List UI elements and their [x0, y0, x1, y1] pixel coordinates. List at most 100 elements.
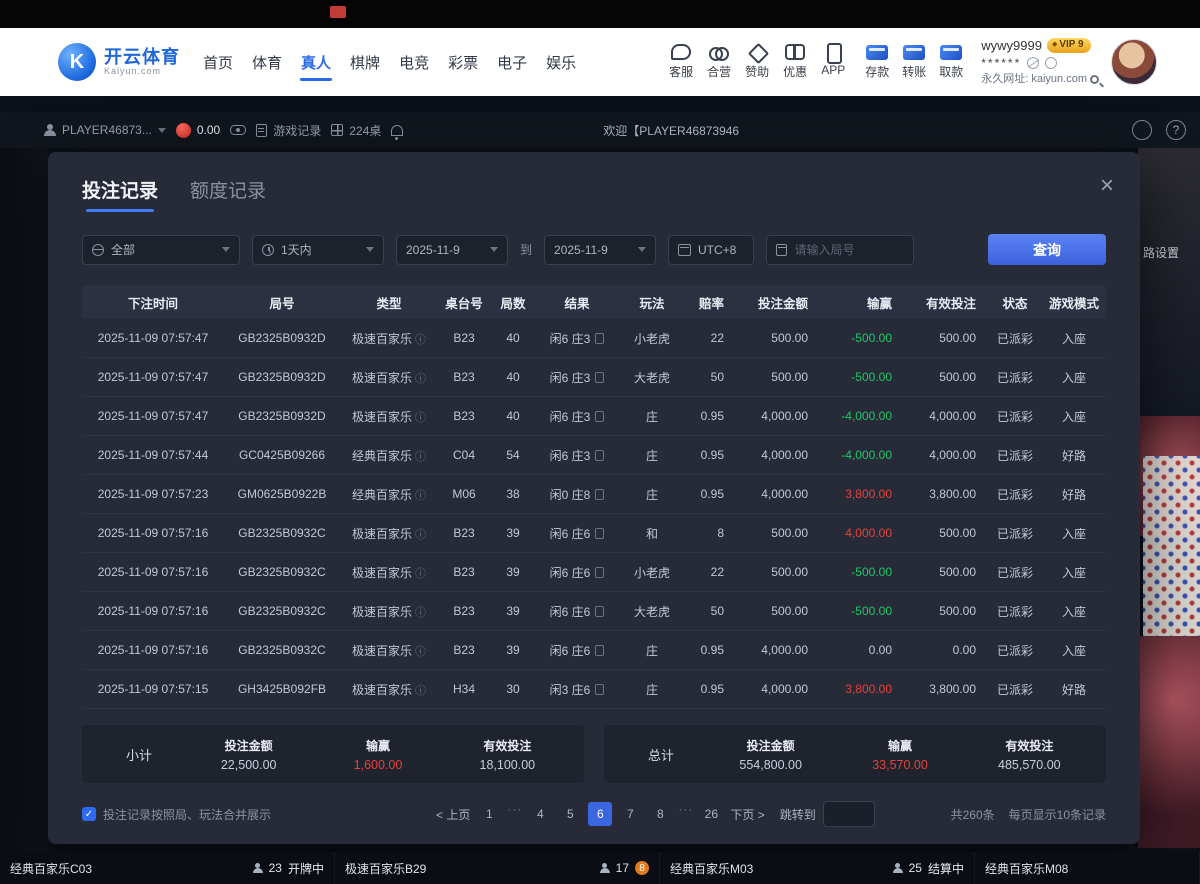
page-4[interactable]: 4	[528, 802, 552, 826]
cell-status: 已派彩	[988, 330, 1042, 347]
player-id-group[interactable]: PLAYER46873...	[44, 123, 166, 137]
wallet-取款[interactable]: 取款	[939, 45, 963, 80]
page-7[interactable]: 7	[618, 802, 642, 826]
merge-checkbox[interactable]: ✓	[82, 807, 96, 821]
cards-icon[interactable]	[595, 684, 604, 695]
filter-row: 全部 1天内 2025-11-9 到 2025-11-9 UTC+8	[82, 234, 1106, 265]
quick-优惠[interactable]: 优惠	[783, 44, 807, 80]
cards-icon[interactable]	[595, 450, 604, 461]
cell-bet: 500.00	[736, 526, 820, 540]
prev-page-button[interactable]: < 上页	[436, 806, 470, 823]
cards-icon[interactable]	[595, 372, 604, 383]
info-icon[interactable]: ⓘ	[415, 448, 426, 464]
cell-time: 2025-11-09 07:57:15	[82, 682, 224, 696]
bottom-table-item[interactable]: 极速百家乐B29178	[335, 852, 660, 884]
cards-icon[interactable]	[595, 333, 604, 344]
info-icon[interactable]: ⓘ	[415, 565, 426, 581]
live-casino-background: 路设置 PLAYER46873... 0.00 游戏记录 224桌 欢迎【PLA…	[0, 96, 1200, 852]
person-icon	[893, 863, 903, 873]
info-icon[interactable]: ⓘ	[415, 604, 426, 620]
page-6[interactable]: 6	[588, 802, 612, 826]
cell-bet: 4,000.00	[736, 643, 820, 657]
magnifier-icon[interactable]	[1090, 75, 1099, 84]
quick-客服[interactable]: 客服	[669, 44, 693, 80]
nav-item-棋牌[interactable]: 棋牌	[349, 46, 381, 79]
info-icon[interactable]: ⓘ	[415, 526, 426, 542]
help-icon[interactable]: ?	[1166, 120, 1186, 140]
info-icon[interactable]: ⓘ	[415, 331, 426, 347]
cards-icon[interactable]	[595, 645, 604, 656]
table-count-link[interactable]: 224桌	[331, 122, 381, 139]
balance-group[interactable]: 0.00	[176, 123, 220, 138]
quick-APP[interactable]: APP	[821, 44, 845, 80]
info-icon[interactable]: ⓘ	[415, 370, 426, 386]
col-header-3: 桌台号	[438, 293, 490, 312]
cards-icon[interactable]	[595, 411, 604, 422]
cell-status: 已派彩	[988, 525, 1042, 542]
cards-icon[interactable]	[595, 489, 604, 500]
jump-page-input[interactable]	[823, 801, 875, 827]
cell-winloss: 0.00	[820, 643, 904, 657]
next-page-button[interactable]: 下页 >	[730, 806, 764, 823]
quick-赞助[interactable]: 赞助	[745, 44, 769, 80]
close-icon[interactable]: ×	[1100, 174, 1114, 198]
nav-item-电子[interactable]: 电子	[496, 46, 528, 79]
nav-item-娱乐[interactable]: 娱乐	[545, 46, 577, 79]
query-button[interactable]: 查询	[988, 234, 1106, 265]
cards-icon[interactable]	[595, 528, 604, 539]
chevron-down-icon	[158, 128, 166, 133]
game-record-link[interactable]: 游戏记录	[256, 122, 321, 139]
page-5[interactable]: 5	[558, 802, 582, 826]
tab-投注记录[interactable]: 投注记录	[82, 176, 158, 212]
type-select[interactable]: 全部	[82, 235, 240, 265]
cards-icon[interactable]	[595, 567, 604, 578]
refresh-icon[interactable]	[1045, 57, 1057, 69]
winloss-label: 输赢	[888, 737, 912, 754]
camera-icon[interactable]	[1132, 120, 1152, 140]
page-26[interactable]: 26	[699, 802, 723, 826]
round-search-input[interactable]	[794, 243, 904, 257]
bottom-table-item[interactable]: 经典百家乐C0323开牌中	[0, 852, 335, 884]
bottom-table-item[interactable]: 经典百家乐M0325结算中	[660, 852, 975, 884]
cards-icon[interactable]	[595, 606, 604, 617]
date-to-picker[interactable]: 2025-11-9	[544, 235, 656, 265]
cell-round: GH3425B092FB	[224, 682, 340, 696]
info-icon[interactable]: ⓘ	[415, 643, 426, 659]
nav-item-真人[interactable]: 真人	[300, 46, 332, 79]
page-1[interactable]: 1	[477, 802, 501, 826]
col-header-5: 结果	[536, 293, 618, 312]
quick-合营[interactable]: 合营	[707, 44, 731, 80]
nav-item-彩票[interactable]: 彩票	[447, 46, 479, 79]
timezone-chip[interactable]: UTC+8	[668, 235, 754, 265]
cell-mode: 好路	[1042, 486, 1106, 503]
tab-额度记录[interactable]: 额度记录	[190, 176, 266, 212]
nav-item-首页[interactable]: 首页	[202, 46, 234, 79]
col-header-0: 下注时间	[82, 293, 224, 312]
wallet-存款[interactable]: 存款	[865, 45, 889, 80]
avatar[interactable]	[1111, 39, 1157, 85]
info-icon[interactable]: ⓘ	[415, 682, 426, 698]
wallet-转账[interactable]: 转账	[902, 45, 926, 80]
subtotal-panel: 小计 投注金额 22,500.00 输赢 1,600.00 有效投注 18,10…	[82, 725, 584, 783]
bottom-table-item[interactable]: 经典百家乐M08	[975, 852, 1200, 884]
site-logo[interactable]: K 开云体育 Kaiyun.com	[58, 43, 180, 81]
time-range-select[interactable]: 1天内	[252, 235, 384, 265]
cell-mode: 入座	[1042, 564, 1106, 581]
bell-icon[interactable]	[391, 125, 403, 136]
nav-item-体育[interactable]: 体育	[251, 46, 283, 79]
info-icon[interactable]: ⓘ	[415, 487, 426, 503]
eye-off-icon[interactable]	[1027, 57, 1039, 69]
cell-table: B23	[438, 370, 490, 384]
eye-icon[interactable]	[230, 125, 246, 135]
chevron-down-icon	[222, 247, 230, 252]
cell-play: 庄	[618, 642, 686, 659]
page-8[interactable]: 8	[648, 802, 672, 826]
site-header: K 开云体育 Kaiyun.com 首页体育真人棋牌电竞彩票电子娱乐 客服合营赞…	[0, 28, 1200, 96]
cell-rounds: 39	[490, 643, 536, 657]
nav-item-电竞[interactable]: 电竞	[398, 46, 430, 79]
date-from-picker[interactable]: 2025-11-9	[396, 235, 508, 265]
time-select-value: 1天内	[281, 241, 312, 258]
road-settings-label[interactable]: 路设置	[1143, 244, 1179, 261]
cell-mode: 入座	[1042, 330, 1106, 347]
info-icon[interactable]: ⓘ	[415, 409, 426, 425]
